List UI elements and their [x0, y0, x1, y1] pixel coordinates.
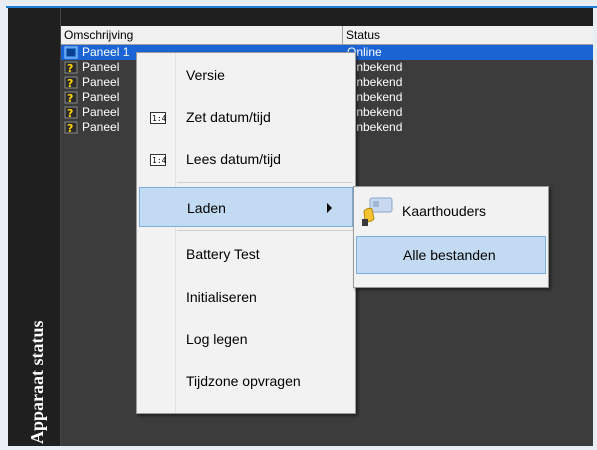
table-header: Omschrijving Status	[61, 26, 593, 45]
row-name: Paneel	[82, 75, 120, 89]
menu-item-battery-test[interactable]: Battery Test	[137, 234, 355, 274]
menu-item-label: Zet datum/tijd	[186, 109, 271, 125]
window-frame-left	[0, 0, 8, 450]
panel-unknown-icon: ?	[64, 60, 78, 75]
svg-text:1:4: 1:4	[152, 156, 166, 165]
menu-item-lees-datum-tijd[interactable]: 1:4 Lees datum/tijd	[137, 139, 355, 179]
window-frame-bottom	[0, 446, 597, 450]
cardholder-icon	[360, 197, 394, 227]
submenu-item-alle-bestanden[interactable]: Alle bestanden	[356, 236, 546, 274]
window-frame-right	[593, 0, 597, 450]
menu-item-laden[interactable]: Laden	[139, 187, 353, 227]
submenu-item-label: Alle bestanden	[403, 247, 496, 263]
submenu-arrow-icon	[327, 203, 332, 213]
panel-unknown-icon: ?	[64, 75, 78, 90]
menu-item-label: Tijdzone opvragen	[186, 373, 301, 389]
svg-text:?: ?	[67, 77, 73, 90]
svg-text:?: ?	[67, 107, 73, 120]
menu-item-zet-datum-tijd[interactable]: 1:4 Zet datum/tijd	[137, 97, 355, 137]
panel-unknown-icon: ?	[64, 90, 78, 105]
side-title: Apparaat status	[27, 264, 57, 444]
menu-item-label: Versie	[186, 67, 225, 83]
menu-item-initialiseren[interactable]: Initialiseren	[137, 277, 355, 317]
menu-separator	[177, 230, 353, 231]
menu-separator	[177, 182, 353, 183]
svg-text:?: ?	[67, 122, 73, 135]
clock-icon: 1:4	[150, 111, 167, 124]
panel-unknown-icon: ?	[64, 105, 78, 120]
menu-item-label: Initialiseren	[186, 289, 257, 305]
context-menu: Versie 1:4 Zet datum/tijd 1:4 Lees datum…	[136, 52, 356, 414]
menu-item-label: Laden	[187, 200, 226, 216]
row-name: Paneel	[82, 60, 120, 74]
row-name: Paneel	[82, 90, 120, 104]
panel-online-icon	[64, 45, 78, 60]
svg-text:?: ?	[67, 62, 73, 75]
table-top-strip	[61, 8, 593, 26]
laden-submenu: Kaarthouders Alle bestanden	[353, 186, 549, 288]
svg-text:?: ?	[67, 92, 73, 105]
column-header-omschrijving[interactable]: Omschrijving	[61, 26, 343, 44]
menu-item-tijdzone-opvragen[interactable]: Tijdzone opvragen	[137, 361, 355, 401]
side-title-text: Apparaat status	[27, 320, 47, 444]
menu-item-label: Lees datum/tijd	[186, 151, 281, 167]
panel-unknown-icon: ?	[64, 120, 78, 135]
row-name: Paneel	[82, 105, 120, 119]
row-name: Paneel	[82, 120, 120, 134]
menu-item-versie[interactable]: Versie	[137, 55, 355, 95]
column-header-status[interactable]: Status	[343, 26, 593, 44]
side-panel: Apparaat status	[8, 8, 61, 446]
menu-item-label: Log legen	[186, 331, 248, 347]
menu-item-log-legen[interactable]: Log legen	[137, 319, 355, 359]
submenu-item-label: Kaarthouders	[402, 203, 487, 219]
svg-text:1:4: 1:4	[152, 114, 166, 123]
submenu-item-kaarthouders[interactable]: Kaarthouders	[354, 189, 548, 233]
menu-item-label: Battery Test	[186, 246, 260, 262]
row-name: Paneel 1	[82, 45, 130, 59]
clock-icon: 1:4	[150, 153, 167, 166]
